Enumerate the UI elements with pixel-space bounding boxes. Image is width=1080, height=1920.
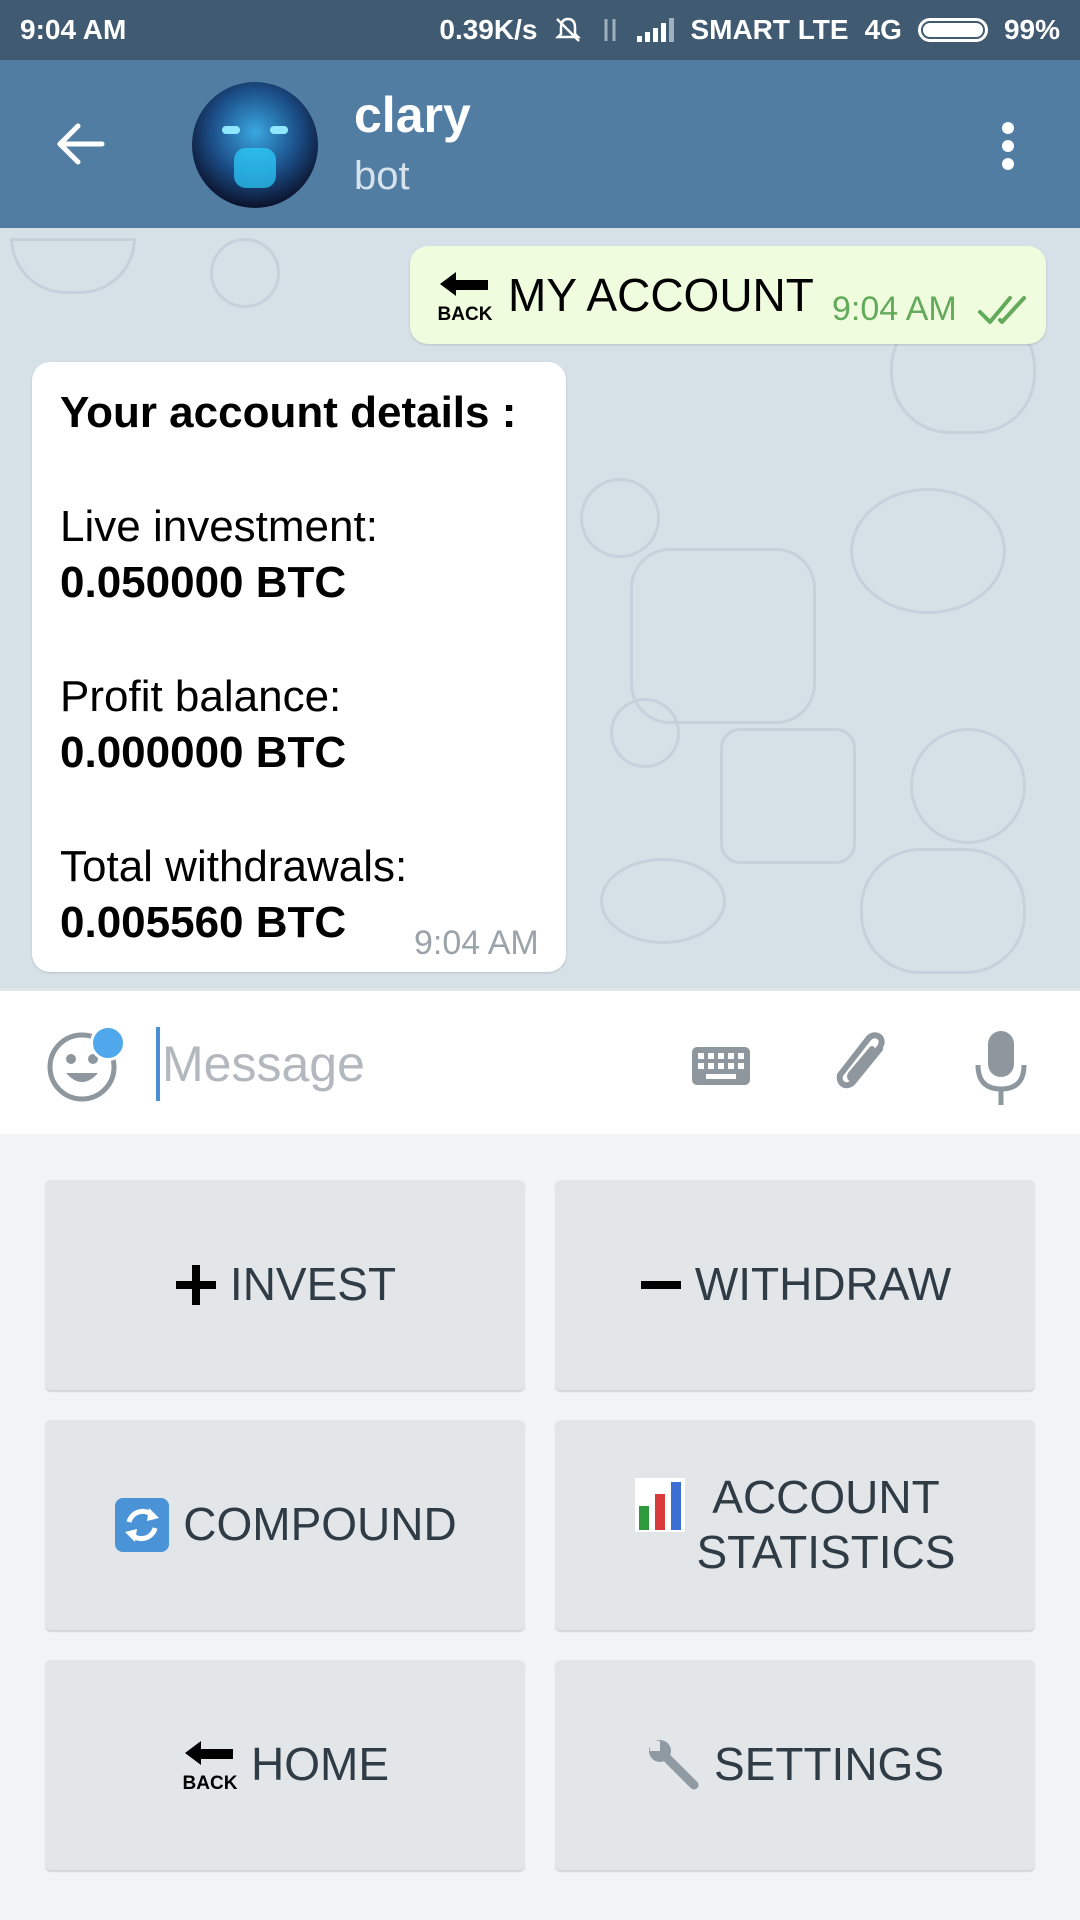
outgoing-message-text: MY ACCOUNT bbox=[508, 269, 814, 321]
battery-icon bbox=[917, 18, 988, 42]
plus-icon bbox=[175, 1265, 216, 1305]
withdraw-button[interactable]: WITHDRAW bbox=[555, 1180, 1035, 1390]
emoji-button[interactable] bbox=[46, 1025, 126, 1103]
incoming-message[interactable]: Your account details : Live investment: … bbox=[32, 362, 566, 972]
live-investment-value: 0.050000 BTC bbox=[60, 558, 347, 607]
total-withdrawals-label: Total withdrawals: bbox=[60, 842, 408, 891]
account-statistics-button[interactable]: ACCOUNT STATISTICS bbox=[555, 1420, 1035, 1630]
bot-keyboard: INVEST WITHDRAW COMPOUND ACCOUNT STATIST… bbox=[0, 1134, 1080, 1920]
message-input[interactable] bbox=[160, 1021, 644, 1107]
bar-chart-icon bbox=[634, 1478, 685, 1532]
status-time: 9:04 AM bbox=[20, 14, 127, 45]
account-details-title: Your account details : bbox=[60, 388, 517, 437]
svg-text:BACK: BACK bbox=[438, 304, 493, 325]
message-time: 9:04 AM bbox=[832, 290, 957, 328]
total-withdrawals-value: 0.005560 BTC bbox=[60, 898, 347, 947]
avatar[interactable] bbox=[192, 82, 318, 208]
network-speed: 0.39K/s bbox=[439, 14, 538, 45]
microphone-icon[interactable] bbox=[974, 1027, 1028, 1109]
attach-paperclip-icon[interactable] bbox=[828, 1023, 898, 1103]
refresh-icon bbox=[115, 1498, 170, 1552]
back-arrow-emoji-icon: BACK bbox=[438, 272, 493, 325]
more-options-icon[interactable] bbox=[990, 116, 1026, 176]
carrier-name: SMART LTE bbox=[690, 14, 849, 45]
svg-text:BACK: BACK bbox=[183, 1773, 238, 1794]
minus-icon bbox=[640, 1281, 681, 1289]
profit-balance-value: 0.000000 BTC bbox=[60, 728, 347, 777]
chat-subtitle: bot bbox=[354, 154, 410, 198]
network-type: 4G bbox=[864, 14, 902, 45]
back-arrow-icon[interactable] bbox=[50, 114, 110, 174]
double-check-icon bbox=[978, 296, 1026, 324]
live-investment-label: Live investment: bbox=[60, 502, 378, 551]
profit-balance-label: Profit balance: bbox=[60, 672, 342, 721]
background-pattern bbox=[10, 238, 136, 294]
chat-header: clary bot bbox=[0, 60, 1080, 228]
compound-button[interactable]: COMPOUND bbox=[45, 1420, 525, 1630]
back-arrow-emoji-icon: BACK bbox=[183, 1741, 238, 1794]
data-arrows-icon bbox=[604, 19, 616, 41]
settings-button[interactable]: SETTINGS bbox=[555, 1660, 1035, 1870]
message-composer bbox=[0, 990, 1080, 1135]
status-bar: 9:04 AM 0.39K/s SMART LTE 4G 99% bbox=[0, 0, 1080, 60]
message-time: 9:04 AM bbox=[414, 924, 539, 962]
bell-off-icon bbox=[555, 17, 582, 42]
notification-dot bbox=[90, 1025, 126, 1061]
invest-button[interactable]: INVEST bbox=[45, 1180, 525, 1390]
outgoing-message[interactable]: BACK MY ACCOUNT 9:04 AM bbox=[410, 246, 1046, 344]
home-button[interactable]: BACK HOME bbox=[45, 1660, 525, 1870]
chat-title[interactable]: clary bbox=[354, 86, 471, 144]
signal-icon bbox=[637, 18, 675, 42]
wrench-icon bbox=[648, 1740, 699, 1790]
keyboard-icon[interactable] bbox=[690, 1035, 752, 1097]
battery-percent: 99% bbox=[1003, 14, 1060, 45]
chat-area[interactable]: BACK MY ACCOUNT 9:04 AM Your account det… bbox=[0, 228, 1080, 988]
